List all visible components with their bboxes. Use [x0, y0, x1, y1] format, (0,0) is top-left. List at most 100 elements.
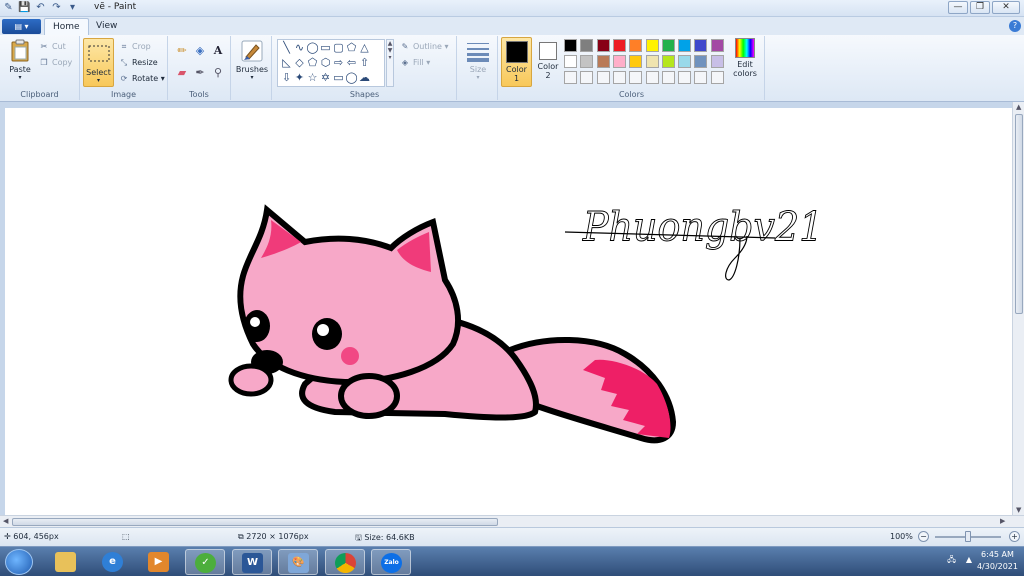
resize-button[interactable]: ⤡ Resize: [118, 56, 158, 70]
drawing-canvas[interactable]: Phuongbv21: [5, 108, 1012, 516]
palette-color-swatch[interactable]: [678, 55, 692, 68]
paste-button[interactable]: Paste ▾: [5, 39, 35, 81]
close-button[interactable]: ✕: [992, 1, 1020, 14]
rotate-button[interactable]: ⟳ Rotate ▾: [118, 72, 165, 86]
palette-empty-swatch[interactable]: [580, 71, 594, 84]
palette-color-swatch[interactable]: [661, 55, 675, 68]
save-icon[interactable]: 💾: [18, 1, 31, 14]
right-arrow-shape-icon[interactable]: ⇨: [332, 56, 345, 69]
tab-home[interactable]: Home: [44, 18, 89, 35]
down-arrow-shape-icon[interactable]: ⇩: [280, 71, 293, 84]
oval-callout-shape-icon[interactable]: ◯: [345, 71, 358, 84]
edit-colors-button[interactable]: Edit colors: [732, 38, 758, 78]
diamond-shape-icon[interactable]: ◇: [293, 56, 306, 69]
network-icon[interactable]: 🖧: [947, 554, 956, 568]
rectangle-shape-icon[interactable]: ▭: [319, 41, 332, 54]
paint-menu-button[interactable]: ▤ ▾: [2, 19, 41, 34]
palette-color-swatch[interactable]: [645, 55, 659, 68]
horizontal-scrollbar[interactable]: ◀ ▶: [0, 515, 1024, 527]
tray-arrow-icon[interactable]: ▲: [966, 555, 972, 564]
palette-empty-swatch[interactable]: [694, 71, 708, 84]
zoom-slider-thumb[interactable]: [965, 531, 971, 542]
palette-empty-swatch[interactable]: [596, 71, 610, 84]
four-point-star-shape-icon[interactable]: ✦: [293, 71, 306, 84]
taskbar-app-green[interactable]: ✓: [185, 549, 225, 575]
zoom-in-button[interactable]: +: [1009, 531, 1020, 542]
triangle-shape-icon[interactable]: △: [358, 41, 371, 54]
taskbar-chrome[interactable]: [325, 549, 365, 575]
shapes-scroll[interactable]: ▲ ▼ ▾: [386, 39, 394, 87]
eraser-icon[interactable]: ▰: [174, 65, 190, 81]
palette-empty-swatch[interactable]: [710, 71, 724, 84]
cloud-callout-shape-icon[interactable]: ☁: [358, 71, 371, 84]
palette-color-swatch[interactable]: [612, 55, 626, 68]
horizontal-scroll-thumb[interactable]: [12, 518, 498, 526]
palette-empty-swatch[interactable]: [645, 71, 659, 84]
palette-color-swatch[interactable]: [710, 39, 724, 52]
maximize-button[interactable]: ❐: [970, 1, 990, 14]
rect-callout-shape-icon[interactable]: ▭: [332, 71, 345, 84]
color2-button[interactable]: Color 2: [534, 37, 562, 87]
palette-empty-swatch[interactable]: [678, 71, 692, 84]
select-dropdown-icon[interactable]: ▾: [84, 77, 113, 84]
zoom-out-button[interactable]: −: [918, 531, 929, 542]
outline-button[interactable]: ✎ Outline ▾: [399, 40, 449, 54]
pencil-icon[interactable]: ✏: [174, 43, 190, 59]
hexagon-shape-icon[interactable]: ⬡: [319, 56, 332, 69]
minimize-button[interactable]: —: [948, 1, 968, 14]
palette-color-swatch[interactable]: [596, 39, 610, 52]
right-triangle-shape-icon[interactable]: ◺: [280, 56, 293, 69]
palette-color-swatch[interactable]: [710, 55, 724, 68]
paint-app-icon[interactable]: ✎: [2, 1, 15, 14]
taskbar-word[interactable]: W: [232, 549, 272, 575]
palette-color-swatch[interactable]: [645, 39, 659, 52]
palette-color-swatch[interactable]: [596, 55, 610, 68]
fill-button[interactable]: ◈ Fill ▾: [399, 56, 430, 70]
color-picker-icon[interactable]: ✒: [192, 65, 208, 81]
palette-color-swatch[interactable]: [694, 39, 708, 52]
paste-dropdown-icon[interactable]: ▾: [5, 74, 35, 81]
palette-color-swatch[interactable]: [694, 55, 708, 68]
polygon-shape-icon[interactable]: ⬠: [345, 41, 358, 54]
redo-icon[interactable]: ↷: [50, 1, 63, 14]
palette-color-swatch[interactable]: [580, 55, 594, 68]
taskbar-paint[interactable]: 🎨: [278, 549, 318, 575]
pentagon-shape-icon[interactable]: ⬠: [306, 56, 319, 69]
copy-button[interactable]: ❐ Copy: [38, 56, 72, 70]
scroll-left-icon[interactable]: ◀: [3, 517, 8, 525]
brushes-dropdown-icon[interactable]: ▾: [235, 74, 269, 81]
taskbar-ie[interactable]: e: [93, 549, 133, 575]
palette-color-swatch[interactable]: [580, 39, 594, 52]
start-button[interactable]: [5, 549, 33, 575]
palette-color-swatch[interactable]: [612, 39, 626, 52]
customize-qat-icon[interactable]: ▾: [66, 1, 79, 14]
size-button[interactable]: Size ▾: [461, 39, 495, 81]
vertical-scroll-thumb[interactable]: [1015, 114, 1023, 314]
scroll-up-icon[interactable]: ▲: [1016, 103, 1021, 111]
palette-empty-swatch[interactable]: [629, 71, 643, 84]
undo-icon[interactable]: ↶: [34, 1, 47, 14]
curve-shape-icon[interactable]: ∿: [293, 41, 306, 54]
cut-button[interactable]: ✂ Cut: [38, 40, 66, 54]
palette-color-swatch[interactable]: [564, 39, 577, 52]
up-arrow-shape-icon[interactable]: ⇧: [358, 56, 371, 69]
taskbar-media-player[interactable]: ▶: [139, 549, 179, 575]
scroll-down-icon[interactable]: ▼: [1016, 506, 1021, 514]
palette-empty-swatch[interactable]: [612, 71, 626, 84]
taskbar-zalo[interactable]: Zalo: [371, 549, 411, 575]
taskbar-explorer[interactable]: [46, 549, 86, 575]
brushes-button[interactable]: Brushes ▾: [235, 39, 269, 81]
palette-color-swatch[interactable]: [678, 39, 692, 52]
palette-color-swatch[interactable]: [629, 39, 643, 52]
help-icon[interactable]: ?: [1009, 20, 1021, 32]
palette-empty-swatch[interactable]: [661, 71, 675, 84]
left-arrow-shape-icon[interactable]: ⇦: [345, 56, 358, 69]
select-button[interactable]: Select ▾: [83, 38, 114, 87]
palette-color-swatch[interactable]: [661, 39, 675, 52]
six-point-star-shape-icon[interactable]: ✡: [319, 71, 332, 84]
scroll-right-icon[interactable]: ▶: [1000, 517, 1005, 525]
line-shape-icon[interactable]: ╲: [280, 41, 293, 54]
vertical-scrollbar[interactable]: ▲ ▼: [1012, 102, 1024, 515]
five-point-star-shape-icon[interactable]: ☆: [306, 71, 319, 84]
clock[interactable]: 6:45 AM 4/30/2021: [977, 549, 1018, 573]
